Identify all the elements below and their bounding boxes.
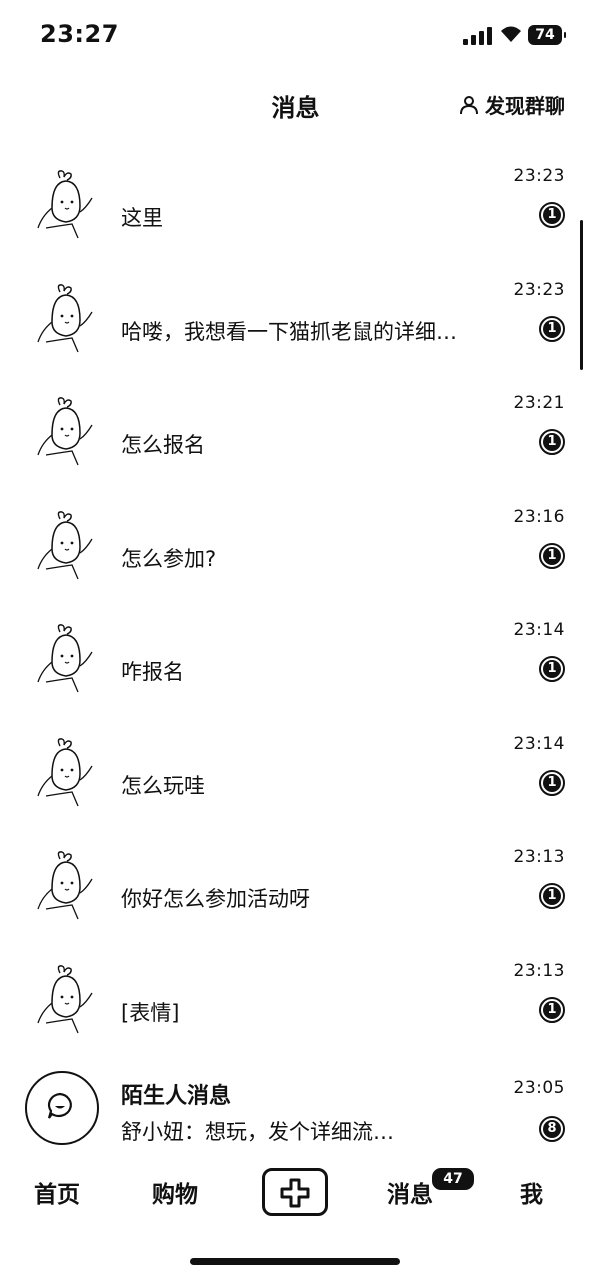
unread-badge: 1	[539, 542, 565, 569]
home-indicator[interactable]	[190, 1258, 400, 1265]
message-preview: 你好怎么参加活动呀	[121, 887, 310, 911]
tab-shop[interactable]: 购物	[152, 1175, 198, 1209]
status-bar: 23:27 74	[0, 0, 591, 70]
stranger-title: 陌生人消息	[121, 1084, 232, 1109]
unread-badge: 1	[539, 883, 565, 909]
status-time: 23:27	[40, 20, 119, 48]
message-preview: 怎么玩哇	[121, 773, 205, 798]
conversation-row[interactable]: 哈喽，我想看一下猫抓老鼠的详细… 23:23 1	[0, 264, 591, 378]
message-time: 23:23	[513, 166, 565, 186]
plus-icon	[280, 1178, 310, 1208]
stranger-time: 23:05	[513, 1078, 565, 1098]
conversation-row[interactable]: 怎么参加? 23:16 1	[0, 491, 591, 605]
tab-messages[interactable]: 消息	[387, 1175, 433, 1209]
message-time: 23:21	[513, 393, 565, 413]
message-time: 23:13	[513, 847, 565, 867]
tab-home[interactable]: 首页	[34, 1175, 80, 1209]
message-time: 23:13	[513, 960, 565, 981]
avatar	[37, 737, 93, 806]
signal-icon	[463, 27, 493, 45]
message-preview: 这里	[121, 206, 163, 230]
message-time: 23:14	[513, 733, 565, 754]
wifi-icon	[501, 26, 521, 42]
battery-icon: 74	[528, 25, 566, 45]
avatar	[37, 170, 93, 239]
stranger-messages-row[interactable]: 陌生人消息 舒小妞：想玩，发个详细流… 23:05 8	[0, 1058, 591, 1172]
conversation-row[interactable]: 怎么玩哇 23:14 1	[0, 718, 591, 832]
chat-bubble-icon	[47, 1092, 72, 1119]
avatar	[37, 964, 93, 1033]
tab-bar: 首页 购物 消息 47 我	[0, 1158, 591, 1230]
discover-label: 发现群聊	[485, 94, 565, 118]
avatar	[37, 510, 93, 579]
page-header: 消息 发现群聊	[0, 70, 591, 140]
unread-badge: 1	[539, 315, 565, 342]
conversation-list: 这里 23:23 1 哈喽，我想看一下猫抓老鼠的详细… 23:23 1 怎么报名…	[0, 150, 591, 1172]
messages-badge: 47	[430, 1166, 476, 1192]
avatar	[37, 397, 93, 466]
conversation-row[interactable]: 你好怎么参加活动呀 23:13 1	[0, 831, 591, 945]
unread-badge: 1	[539, 656, 565, 682]
avatar	[37, 624, 93, 693]
unread-badge: 1	[539, 202, 565, 228]
message-preview: 咋报名	[121, 660, 184, 684]
avatar	[37, 851, 93, 920]
message-preview: 怎么报名	[121, 433, 205, 457]
person-icon	[460, 95, 478, 114]
conversation-row[interactable]: 怎么报名 23:21 1	[0, 377, 591, 491]
unread-badge: 1	[539, 429, 565, 455]
scrollbar[interactable]	[580, 220, 583, 370]
message-preview: 怎么参加?	[121, 546, 217, 571]
message-time: 23:23	[513, 279, 565, 300]
avatar	[37, 283, 93, 352]
unread-badge: 1	[539, 769, 565, 796]
stranger-preview: 舒小妞：想玩，发个详细流…	[121, 1120, 394, 1144]
tab-me[interactable]: 我	[520, 1175, 543, 1209]
stranger-avatar	[25, 1071, 99, 1145]
message-preview: 哈喽，我想看一下猫抓老鼠的详细…	[121, 319, 457, 344]
message-preview: [表情]	[121, 1000, 180, 1025]
conversation-row[interactable]: [表情] 23:13 1	[0, 945, 591, 1059]
unread-badge: 1	[539, 996, 565, 1023]
stranger-badge: 8	[539, 1116, 565, 1142]
discover-group-chat-button[interactable]: 发现群聊	[459, 90, 565, 119]
add-button[interactable]	[262, 1168, 328, 1216]
conversation-row[interactable]: 这里 23:23 1	[0, 150, 591, 264]
conversation-row[interactable]: 咋报名 23:14 1	[0, 604, 591, 718]
message-time: 23:14	[513, 620, 565, 640]
message-time: 23:16	[513, 506, 565, 527]
